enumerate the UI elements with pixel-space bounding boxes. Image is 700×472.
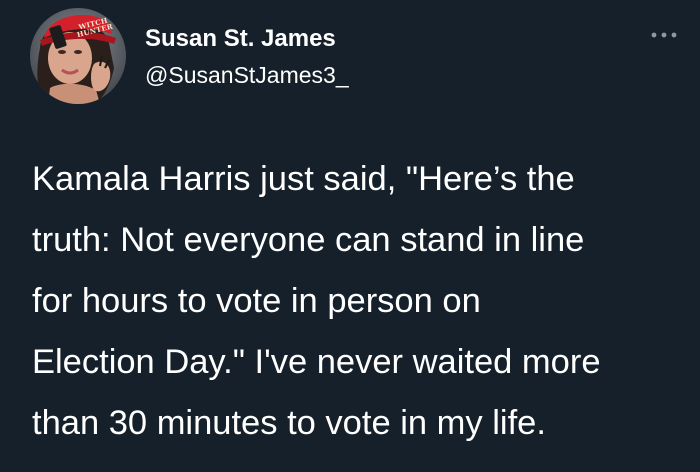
more-options-button[interactable] <box>647 22 681 48</box>
tweet: WITCH HUNTER Susan St. James @SusanStJam… <box>0 0 700 472</box>
avatar-image <box>30 8 126 104</box>
more-horizontal-icon <box>647 22 681 48</box>
author-handle[interactable]: @SusanStJames3_ <box>145 62 349 89</box>
author-display-name[interactable]: Susan St. James <box>145 25 336 53</box>
tweet-text: Kamala Harris just said, "Here’s the tru… <box>32 160 601 442</box>
avatar[interactable]: WITCH HUNTER <box>30 8 126 104</box>
